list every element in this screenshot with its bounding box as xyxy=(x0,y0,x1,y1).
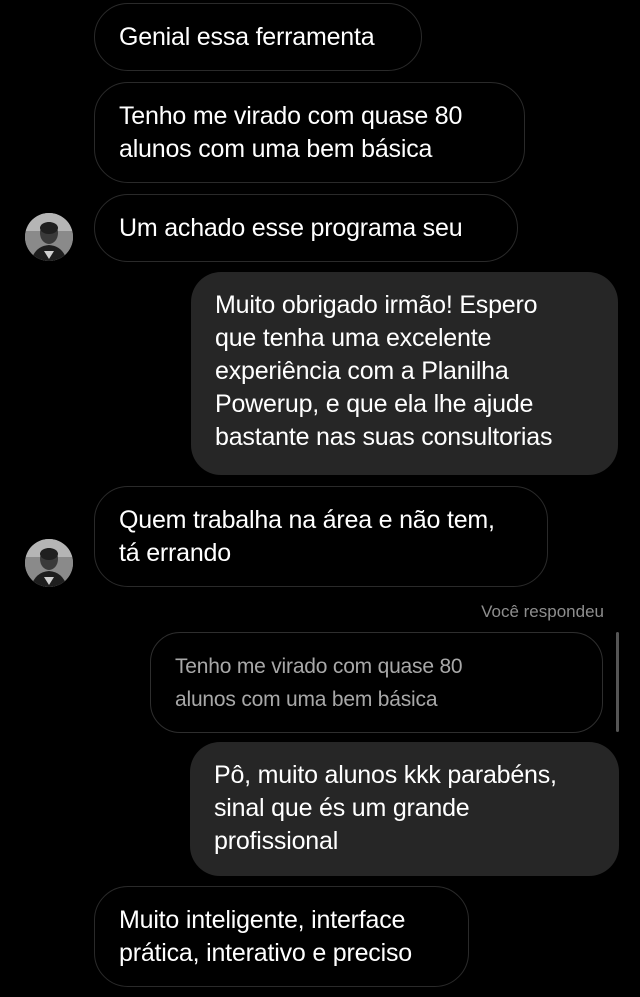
message-bubble-incoming[interactable]: Muito inteligente, interface prática, in… xyxy=(94,886,469,987)
message-bubble-incoming[interactable]: Um achado esse programa seu xyxy=(94,194,518,262)
contact-avatar-icon[interactable] xyxy=(25,539,73,587)
message-bubble-incoming[interactable]: Quem trabalha na área e não tem, tá erra… xyxy=(94,486,548,587)
message-bubble-incoming[interactable]: Tenho me virado com quase 80 alunos com … xyxy=(94,82,525,183)
message-bubble-outgoing[interactable]: Muito obrigado irmão! Espero que tenha u… xyxy=(191,272,618,475)
reply-label: Você respondeu xyxy=(481,602,604,621)
reply-quote-bar xyxy=(616,632,619,732)
message-bubble-incoming[interactable]: Genial essa ferramenta xyxy=(94,3,422,71)
message-bubble-outgoing[interactable]: Pô, muito alunos kkk parabéns, sinal que… xyxy=(190,742,619,876)
quoted-message[interactable]: Tenho me virado com quase 80 alunos com … xyxy=(150,632,603,733)
contact-avatar-icon[interactable] xyxy=(25,213,73,261)
